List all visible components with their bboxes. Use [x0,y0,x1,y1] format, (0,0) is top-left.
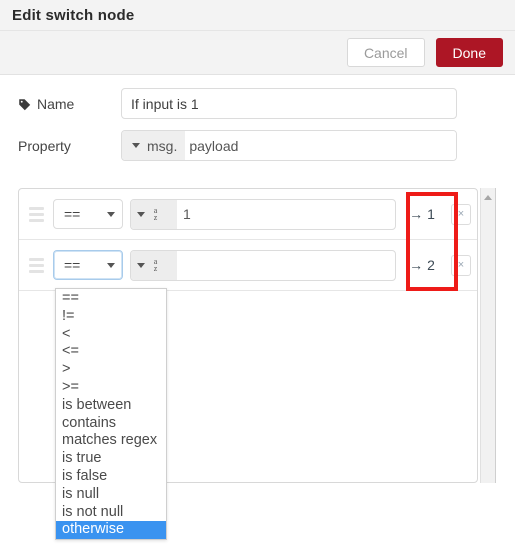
dropdown-option-is-null[interactable]: is null [56,486,166,504]
dropdown-option-lt[interactable]: < [56,326,166,344]
drag-handle-icon[interactable] [27,257,47,273]
property-row: Property msg. payload [0,130,515,161]
dropdown-option-matches-regex[interactable]: matches regex [56,432,166,450]
name-row: Name [0,88,515,119]
dropdown-option-otherwise[interactable]: otherwise [56,521,166,540]
chevron-down-icon [107,262,115,268]
dropdown-option-gt[interactable]: > [56,361,166,379]
drag-handle-icon[interactable] [27,206,47,222]
rule-value-text[interactable] [177,251,395,280]
dropdown-option-lte[interactable]: <= [56,343,166,361]
rule-value-type-selector[interactable]: az [131,199,177,229]
property-value[interactable]: payload [185,131,456,160]
done-button[interactable]: Done [435,38,503,67]
tag-icon [18,98,31,111]
chevron-down-icon [107,211,115,217]
dialog-button-bar: Cancel Done [0,31,515,75]
dialog-titlebar: Edit switch node [0,0,515,31]
arrow-right-icon: → [409,206,424,222]
rule-operator-select[interactable]: == [53,250,123,280]
rule-operator-value: == [64,206,81,222]
edit-form: Name Property msg. payload [0,75,515,161]
dropdown-option-neq[interactable]: != [56,308,166,326]
name-label-group: Name [18,96,121,112]
dropdown-option-is-not-null[interactable]: is not null [56,504,166,522]
property-typed-input[interactable]: msg. payload [121,130,457,161]
cancel-button[interactable]: Cancel [346,38,425,67]
string-az-icon: az [153,257,158,273]
rule-value-typed-input[interactable]: az [130,249,396,281]
rule-value-type-selector[interactable]: az [131,250,177,280]
rule-row: == az → 2 × [19,240,477,291]
rule-output-label: → 2 [396,257,448,273]
dropdown-option-gte[interactable]: >= [56,379,166,397]
name-input[interactable] [121,88,457,119]
rule-value-typed-input[interactable]: az 1 [130,198,396,230]
property-type-label: msg. [147,137,178,154]
chevron-down-icon [137,211,145,217]
rule-delete-button[interactable]: × [451,254,471,276]
property-label-group: Property [18,138,121,154]
dropdown-option-contains[interactable]: contains [56,415,166,433]
rule-operator-select[interactable]: == [53,199,123,229]
rule-output-number: 2 [427,257,435,273]
page-title: Edit switch node [12,6,135,24]
rule-delete-button[interactable]: × [451,203,471,225]
rule-row: == az 1 → 1 × [19,189,477,240]
property-label-text: Property [18,137,71,154]
chevron-down-icon [132,143,140,148]
scroll-up-arrow-icon[interactable] [484,195,492,200]
name-label-text: Name [37,95,75,112]
dropdown-option-is-between[interactable]: is between [56,397,166,415]
rule-output-label: → 1 [396,206,448,222]
property-type-selector[interactable]: msg. [122,131,186,160]
operator-dropdown-list[interactable]: == != < <= > >= is between contains matc… [55,288,167,541]
arrow-right-icon: → [409,257,424,273]
rule-operator-value: == [64,257,81,273]
dropdown-option-is-true[interactable]: is true [56,450,166,468]
dropdown-option-eq[interactable]: == [56,290,166,308]
dropdown-option-is-false[interactable]: is false [56,468,166,486]
rule-value-text[interactable]: 1 [177,200,395,229]
rule-output-number: 1 [427,206,435,222]
rules-scrollbar[interactable] [480,188,496,483]
string-az-icon: az [153,206,158,222]
chevron-down-icon [137,262,145,268]
